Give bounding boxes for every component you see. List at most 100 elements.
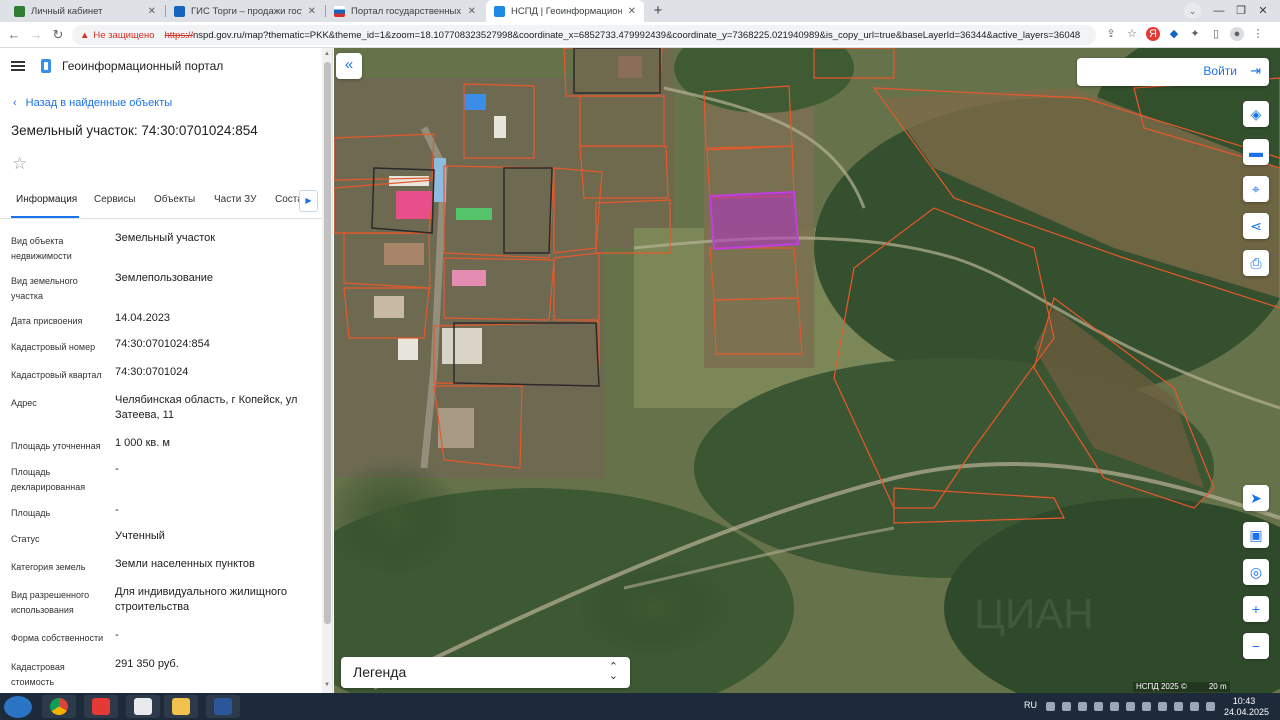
tab-gis-torgi[interactable]: ГИС Торги – продажи государст ✕ [166, 0, 324, 22]
reload-icon[interactable]: ↻ [49, 26, 67, 44]
share-link-icon[interactable]: ⋖ [1243, 213, 1269, 239]
clock-time: 10:43 [1232, 696, 1256, 706]
favorite-star-icon[interactable]: ☆ [12, 154, 27, 174]
chrome-taskbar-icon[interactable] [42, 695, 76, 718]
warning-icon[interactable]: ▲ [80, 30, 89, 41]
extension-icon[interactable]: ◆ [1167, 27, 1181, 41]
tab-search-icon[interactable]: ⌄ [1184, 3, 1201, 19]
explorer-taskbar-icon[interactable] [164, 695, 198, 718]
bookmark-star-icon[interactable]: ☆ [1125, 27, 1139, 41]
tray-icon[interactable] [1094, 702, 1103, 711]
tab-information[interactable]: Информация [16, 194, 77, 205]
puzzle-extensions-icon[interactable]: ✦ [1188, 27, 1202, 41]
print-icon[interactable]: ⎙ [1243, 250, 1269, 276]
tray-icon[interactable] [1174, 702, 1183, 711]
tray-icon[interactable] [1142, 702, 1151, 711]
scrollbar-thumb[interactable] [324, 62, 331, 624]
tab-objects[interactable]: Объекты [154, 194, 195, 205]
clock[interactable]: 10:43 24.04.2025 [1224, 696, 1269, 718]
field-label: Площадь [11, 508, 51, 518]
tray-icon[interactable] [1158, 702, 1167, 711]
tray-icon[interactable] [1078, 702, 1087, 711]
active-tab-indicator [11, 216, 79, 218]
field-label: Площадь уточненная [11, 441, 101, 451]
portal-title: Геоинформационный портал [62, 59, 224, 73]
field-label: Категория земель [11, 562, 86, 572]
url-input[interactable]: ▲ Не защищено https:// nspd.gov.ru/map?t… [72, 25, 1096, 45]
network-icon[interactable] [1206, 702, 1215, 711]
navigate-icon[interactable]: ➤ [1243, 485, 1269, 511]
map-view[interactable]: ЦИАН [334, 48, 1280, 693]
windows-taskbar: RU 10:43 24.04.2025 [0, 693, 1280, 720]
yandex-taskbar-icon[interactable] [84, 695, 118, 718]
ruler-icon[interactable]: ▬ [1243, 139, 1269, 165]
scroll-down-icon[interactable]: ▼ [324, 682, 330, 688]
field-value: Земли населенных пунктов [115, 558, 255, 570]
tray-icon[interactable] [1046, 702, 1055, 711]
close-tab-icon[interactable]: ✕ [628, 6, 636, 17]
tab-nspd[interactable]: НСПД | Геоинформационный п ✕ [486, 0, 644, 22]
tray-icon[interactable] [1110, 702, 1119, 711]
back-to-results-link[interactable]: ‹ Назад в найденные объекты [13, 97, 172, 109]
tab-services[interactable]: Сервисы [94, 194, 135, 205]
start-button-icon[interactable] [4, 696, 32, 718]
close-tab-icon[interactable]: ✕ [308, 6, 316, 17]
locate-icon[interactable]: ◎ [1243, 559, 1269, 585]
new-tab-button[interactable]: + [648, 1, 668, 21]
side-panel-icon[interactable]: ▯ [1209, 27, 1223, 41]
field-value: 74:30:0701024 [115, 366, 189, 378]
language-indicator[interactable]: RU [1024, 700, 1037, 710]
tabs-scroll-right-icon[interactable]: ▶ [299, 190, 318, 212]
area-select-icon[interactable]: ⌖ [1243, 176, 1269, 202]
field-value: Землепользование [115, 272, 214, 284]
close-tab-icon[interactable]: ✕ [148, 6, 156, 17]
field-label: Вид разрешенного использования [11, 590, 90, 615]
close-window-icon[interactable]: ✕ [1252, 0, 1274, 22]
close-tab-icon[interactable]: ✕ [468, 6, 476, 17]
yandex-extension-icon[interactable]: Я [1146, 27, 1160, 41]
field-value: 1 000 кв. м [115, 437, 170, 449]
scroll-up-icon[interactable]: ▲ [324, 51, 330, 57]
zoom-in-icon[interactable]: + [1243, 596, 1269, 622]
tab-title: Портал государственных услуг [351, 5, 462, 17]
profile-avatar-icon[interactable]: ● [1230, 27, 1244, 41]
object-title: Земельный участок: 74:30:0701024:854 [11, 123, 258, 138]
extension-toolbar: ⇪ ☆ Я ◆ ✦ ▯ ● ⋮ [1104, 27, 1265, 41]
minimize-icon[interactable]: — [1208, 0, 1230, 22]
security-status[interactable]: Не защищено [93, 30, 154, 41]
field-value: 14.04.2023 [115, 312, 171, 324]
share-icon[interactable]: ⇪ [1104, 27, 1118, 41]
system-tray [1046, 702, 1215, 711]
map-watermark: ЦИАН [974, 590, 1094, 637]
site-favicon-icon [334, 5, 345, 17]
hamburger-menu-icon[interactable] [11, 61, 25, 71]
menu-kebab-icon[interactable]: ⋮ [1251, 27, 1265, 41]
login-label: Войти [1203, 64, 1237, 78]
field-value: - [115, 463, 119, 475]
layers-icon[interactable]: ◈ [1243, 101, 1269, 127]
java-taskbar-icon[interactable] [126, 695, 160, 718]
tab-personal-cabinet[interactable]: Личный кабинет ✕ [6, 0, 164, 22]
legend-dropdown[interactable]: Легенда ⌃ ⌄ [341, 657, 630, 688]
volume-icon[interactable] [1190, 702, 1199, 711]
scale-distance: 20 m [1208, 682, 1227, 691]
selected-parcel[interactable] [708, 190, 800, 251]
satellite-imagery: ЦИАН [334, 48, 1280, 693]
forward-arrow-icon[interactable]: → [27, 26, 45, 44]
tab-title: НСПД | Геоинформационный п [511, 5, 622, 17]
tray-icon[interactable] [1062, 702, 1071, 711]
tab-title: Личный кабинет [31, 5, 103, 17]
minimap-icon[interactable]: ▣ [1243, 522, 1269, 548]
word-taskbar-icon[interactable] [206, 695, 240, 718]
tray-icon[interactable] [1126, 702, 1135, 711]
maximize-icon[interactable]: ❐ [1230, 0, 1252, 22]
tab-gosuslugi[interactable]: Портал государственных услуг ✕ [326, 0, 484, 22]
back-arrow-icon[interactable]: ← [5, 26, 23, 44]
collapse-panel-button[interactable]: « [336, 53, 362, 79]
panel-scrollbar[interactable]: ▲ ▼ [322, 48, 332, 693]
field-value: Для индивидуального жилищного строительс… [115, 586, 288, 613]
field-label: Дата присвоения [11, 316, 83, 326]
login-button[interactable]: Войти ⇥ [1077, 58, 1269, 86]
zoom-out-icon[interactable]: − [1243, 633, 1269, 659]
tab-land-parts[interactable]: Части ЗУ [214, 194, 256, 205]
